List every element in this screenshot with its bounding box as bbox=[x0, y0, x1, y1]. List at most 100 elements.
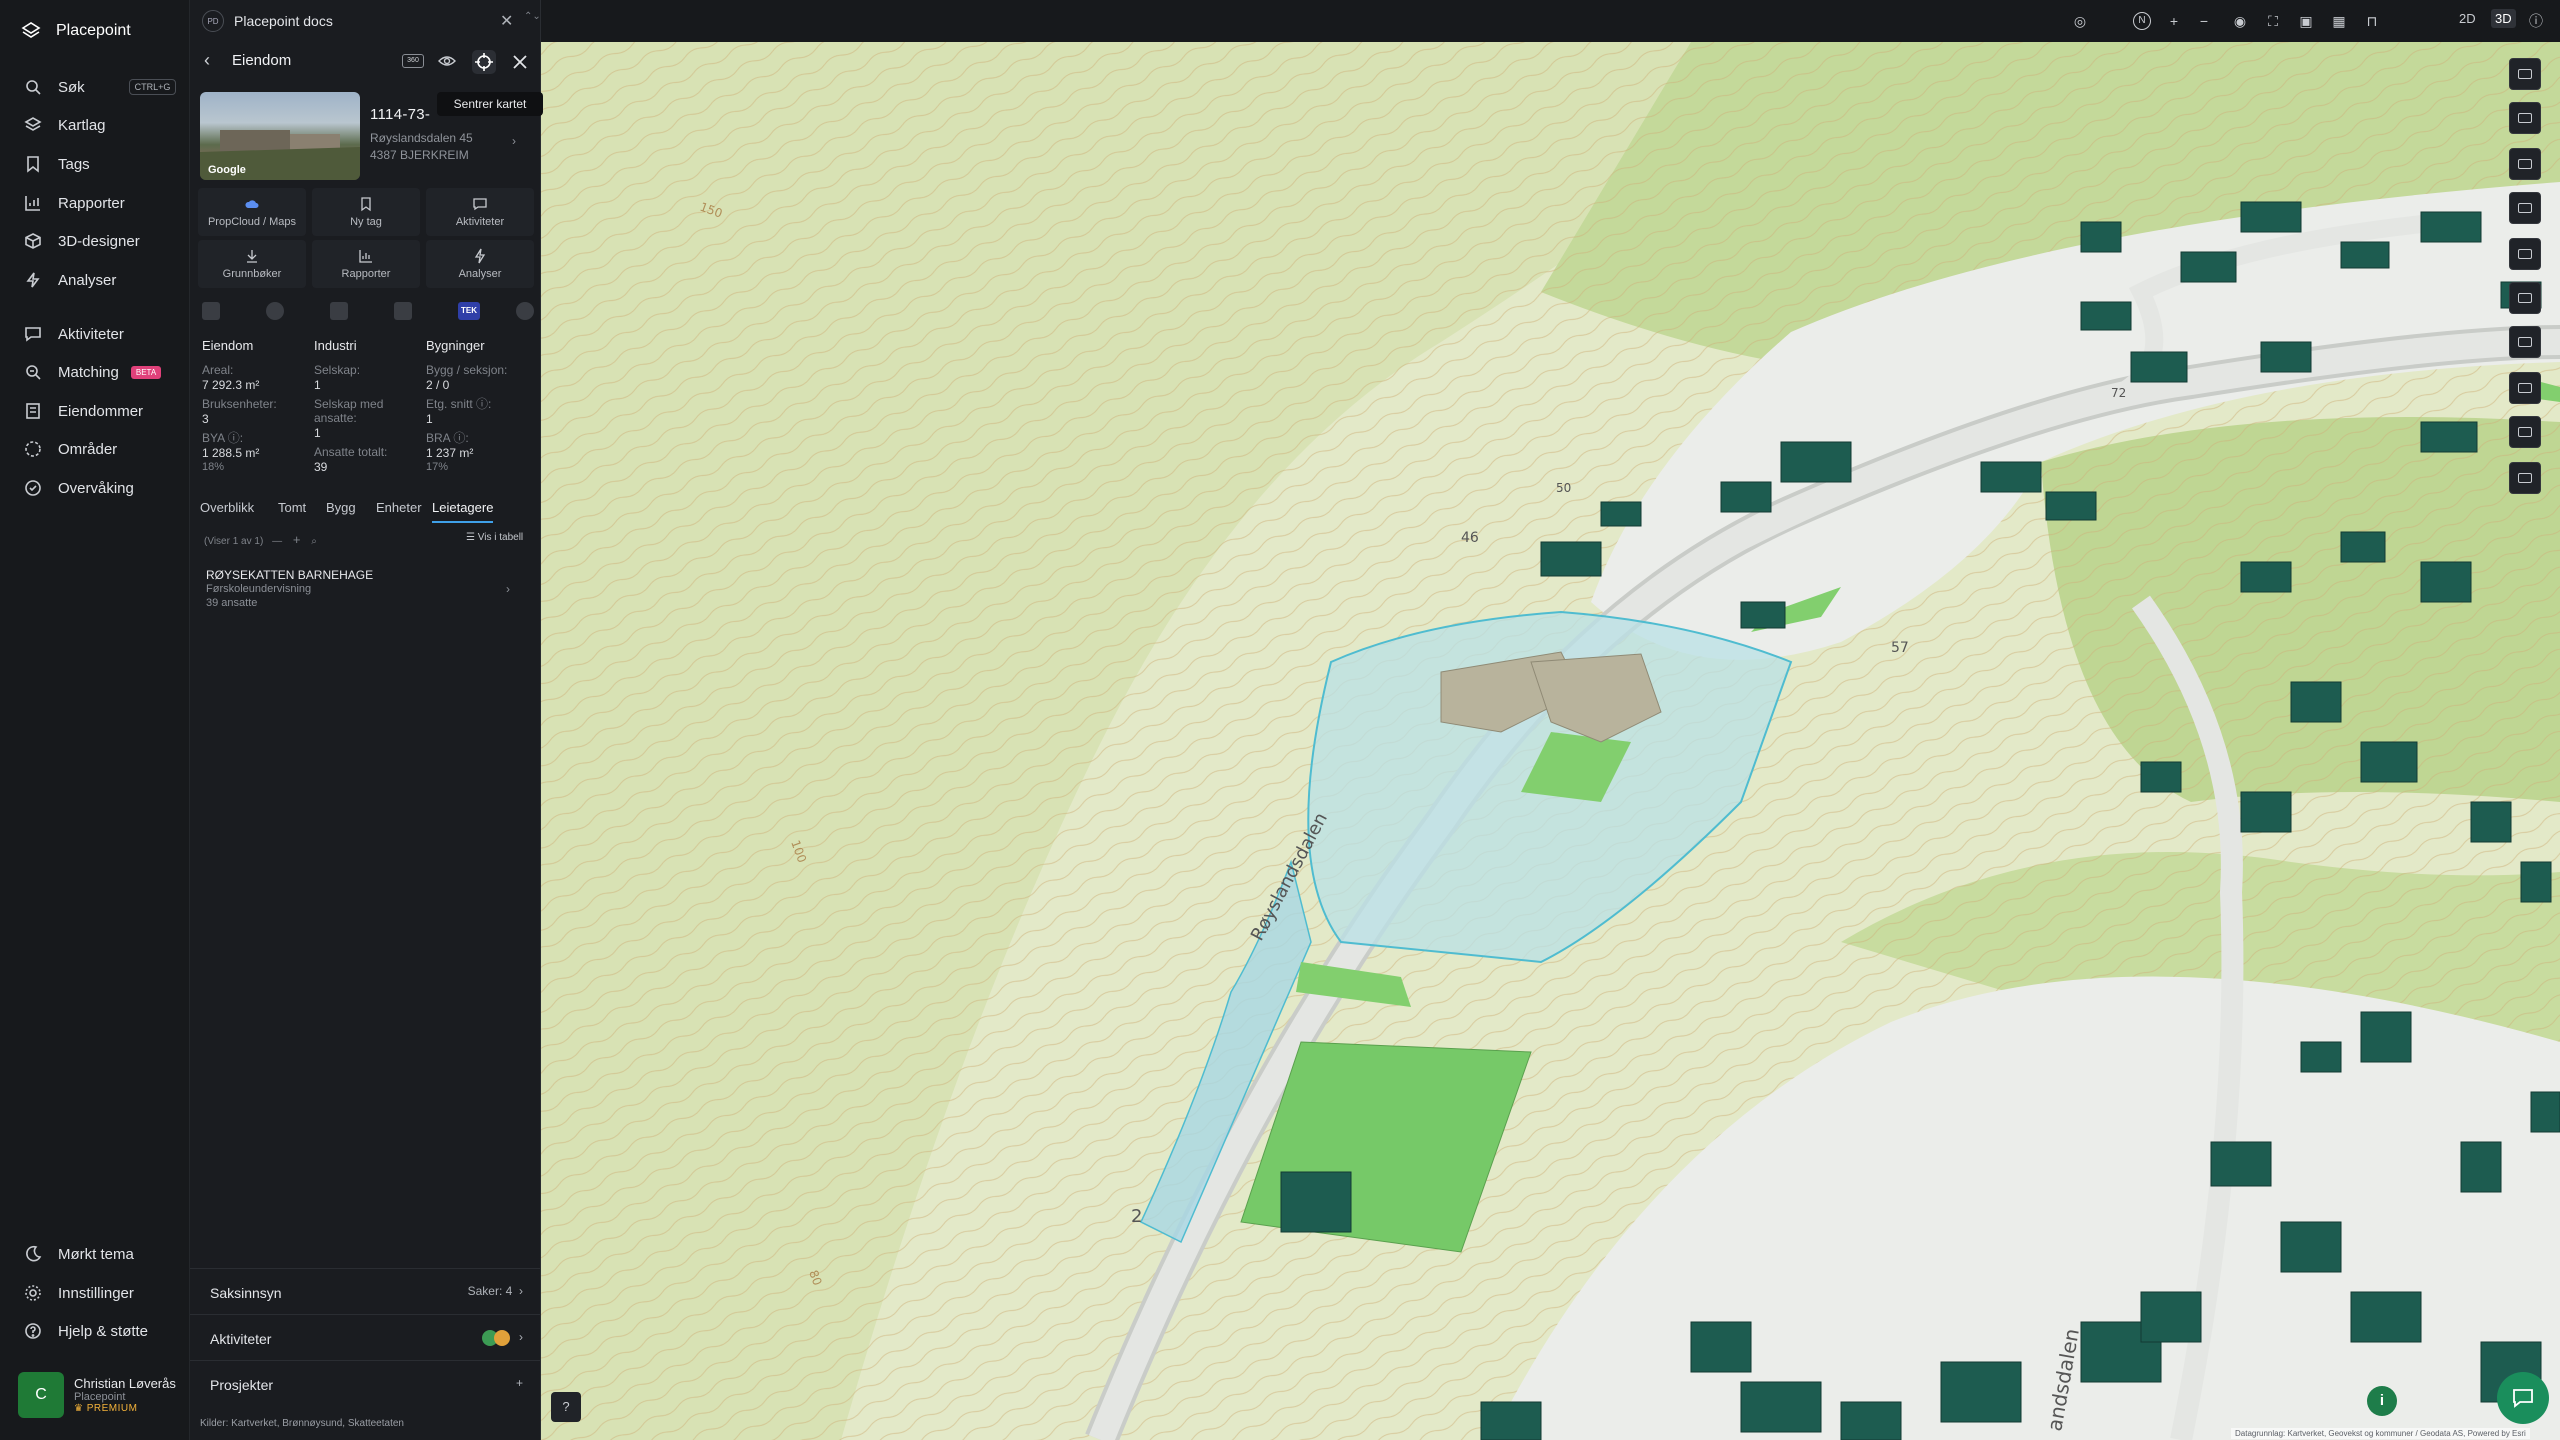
nav-matching[interactable]: Matching BETA bbox=[24, 363, 162, 381]
nav-help[interactable]: Hjelp & støtte bbox=[24, 1322, 148, 1340]
tool-chart-icon[interactable] bbox=[2509, 192, 2541, 224]
doc-title[interactable]: Placepoint docs bbox=[234, 13, 333, 29]
bars-icon[interactable] bbox=[394, 302, 412, 320]
chevron-updown-icon[interactable]: ⌃⌄ bbox=[524, 11, 541, 22]
nav-rapporter[interactable]: Rapporter bbox=[24, 194, 125, 212]
user-profile[interactable]: C Christian Løverås Placepoint ♛ PREMIUM bbox=[18, 1372, 176, 1418]
tab-tomt[interactable]: Tomt bbox=[278, 500, 306, 515]
user-avatars bbox=[481, 1330, 516, 1346]
mode-2d[interactable]: 2D bbox=[2459, 11, 2476, 26]
section-label: Saksinnsyn bbox=[210, 1285, 282, 1301]
nav-search[interactable]: Søk CTRL+G bbox=[24, 78, 177, 96]
view-table-button[interactable]: ☰ Vis i tabell bbox=[466, 532, 523, 543]
match-icon bbox=[26, 365, 41, 380]
nav-overvaking[interactable]: Overvåking bbox=[24, 479, 134, 497]
street-view-thumbnail[interactable]: Google bbox=[200, 92, 360, 180]
tab-leietagere[interactable]: Leietagere bbox=[432, 500, 494, 523]
center-map-button[interactable] bbox=[472, 50, 496, 74]
panel-title: Eiendom bbox=[232, 52, 292, 69]
stat-value: 2 / 0 bbox=[426, 378, 450, 392]
zoom-in-icon[interactable]: + bbox=[2165, 12, 2183, 30]
tool-elevation-icon[interactable] bbox=[2509, 282, 2541, 314]
mode-3d[interactable]: 3D bbox=[2491, 9, 2516, 28]
grid-icon[interactable] bbox=[202, 302, 220, 320]
brand[interactable]: Placepoint bbox=[20, 20, 131, 42]
action-grunnboker[interactable]: Grunnbøker bbox=[198, 240, 306, 288]
address-number: 57 bbox=[1891, 640, 1909, 656]
more-icon[interactable] bbox=[516, 302, 534, 320]
bookmark-icon[interactable]: ⊓ bbox=[2363, 12, 2381, 30]
minus-icon[interactable]: — bbox=[272, 536, 282, 547]
tenant-employees: 39 ansatte bbox=[206, 597, 258, 609]
eye-icon[interactable]: ◉ bbox=[2231, 12, 2249, 30]
map-canvas: Røyslandsdalen andsdalen 150 100 80 2 57… bbox=[541, 42, 2560, 1440]
factory-icon[interactable] bbox=[330, 302, 348, 320]
address-number: 72 bbox=[2111, 386, 2126, 400]
nav-omrader[interactable]: Områder bbox=[24, 440, 117, 458]
tool-ruler-icon[interactable] bbox=[2509, 102, 2541, 134]
chevron-right-icon: › bbox=[506, 582, 510, 596]
action-analyses[interactable]: Analyser bbox=[426, 240, 534, 288]
panel-header: ‹ Eiendom 360 bbox=[190, 46, 541, 78]
search-icon[interactable]: ⌕ bbox=[311, 536, 317, 547]
nav-aktiviteter[interactable]: Aktiviteter bbox=[24, 325, 124, 343]
plus-icon[interactable]: + bbox=[293, 532, 301, 547]
tool-layer-icon[interactable] bbox=[2509, 148, 2541, 180]
nav-label: 3D-designer bbox=[58, 232, 140, 250]
grid-icon[interactable]: ▦ bbox=[2330, 12, 2348, 30]
tenant-item[interactable]: RØYSEKATTEN BARNEHAGE Førskoleundervisni… bbox=[206, 568, 524, 610]
action-reports[interactable]: Rapporter bbox=[312, 240, 420, 288]
tool-sun-icon[interactable] bbox=[2509, 326, 2541, 358]
section-prosjekter[interactable]: Prosjekter + bbox=[190, 1360, 541, 1406]
north-compass[interactable]: N bbox=[2133, 12, 2151, 30]
tek-icon[interactable]: TEK bbox=[458, 302, 480, 320]
tool-export-icon[interactable] bbox=[2509, 462, 2541, 494]
stat-value: 1 bbox=[314, 378, 321, 392]
close-icon[interactable] bbox=[508, 50, 532, 74]
add-project-button[interactable]: + bbox=[516, 1376, 523, 1390]
stat-label: Etg. snitt ⓘ: bbox=[426, 397, 492, 411]
premium-badge: ♛ PREMIUM bbox=[74, 1403, 138, 1414]
tool-section-icon[interactable] bbox=[2509, 372, 2541, 404]
tool-globe-icon[interactable] bbox=[2509, 58, 2541, 90]
info-icon[interactable]: ⓘ bbox=[2527, 12, 2545, 30]
nav-kartlag[interactable]: Kartlag bbox=[24, 116, 106, 134]
nav-settings[interactable]: Innstillinger bbox=[24, 1284, 134, 1302]
tab-enheter[interactable]: Enheter bbox=[376, 500, 422, 515]
map-3d-view[interactable]: Røyslandsdalen andsdalen 150 100 80 2 57… bbox=[541, 42, 2560, 1440]
nav-3d-designer[interactable]: 3D-designer bbox=[24, 232, 140, 250]
tab-bygg[interactable]: Bygg bbox=[326, 500, 356, 515]
left-navigation: Placepoint Søk CTRL+G Kartlag Tags Rappo… bbox=[0, 0, 190, 1440]
nav-eiendommer[interactable]: Eiendommer bbox=[24, 402, 143, 420]
nav-tags[interactable]: Tags bbox=[24, 155, 90, 173]
layers-toggle-icon[interactable]: ◎ bbox=[2071, 12, 2089, 30]
stat-label: Ansatte totalt: bbox=[314, 445, 388, 459]
tenant-toolbar: (Viser 1 av 1) — + ⌕ ☰ Vis i tabell bbox=[204, 532, 532, 547]
tab-overblikk[interactable]: Overblikk bbox=[200, 500, 254, 515]
info-icon[interactable]: i bbox=[2367, 1386, 2397, 1416]
fullscreen-icon[interactable]: ⛶ bbox=[2264, 12, 2282, 30]
stat-label: Selskap: bbox=[314, 363, 361, 377]
stats-title: Eiendom bbox=[202, 338, 254, 353]
chat-support-button[interactable] bbox=[2497, 1372, 2549, 1424]
close-doc-icon[interactable]: ✕ bbox=[500, 11, 513, 31]
view-360-button[interactable]: 360 bbox=[402, 54, 424, 68]
help-icon[interactable]: ? bbox=[551, 1392, 581, 1422]
stat-value: 39 bbox=[314, 460, 328, 474]
section-aktiviteter[interactable]: Aktiviteter › bbox=[190, 1314, 541, 1360]
action-activities[interactable]: Aktiviteter bbox=[426, 188, 534, 236]
camera-icon[interactable]: ▣ bbox=[2297, 12, 2315, 30]
eye-icon[interactable] bbox=[438, 52, 456, 70]
section-saksinnsyn[interactable]: Saksinnsyn Saker: 4 › bbox=[190, 1268, 541, 1314]
nav-dark-theme[interactable]: Mørkt tema bbox=[24, 1245, 134, 1263]
tool-measure-icon[interactable] bbox=[2509, 238, 2541, 270]
nav-analyser[interactable]: Analyser bbox=[24, 271, 116, 289]
action-propcloud[interactable]: PropCloud / Maps bbox=[198, 188, 306, 236]
back-icon[interactable]: ‹ bbox=[204, 50, 210, 71]
globe-icon[interactable] bbox=[266, 302, 284, 320]
stat-label: BRA ⓘ: bbox=[426, 431, 469, 445]
action-new-tag[interactable]: Ny tag bbox=[312, 188, 420, 236]
zoom-out-icon[interactable]: − bbox=[2195, 12, 2213, 30]
brand-name: Placepoint bbox=[56, 22, 131, 39]
tool-profile-icon[interactable] bbox=[2509, 416, 2541, 448]
